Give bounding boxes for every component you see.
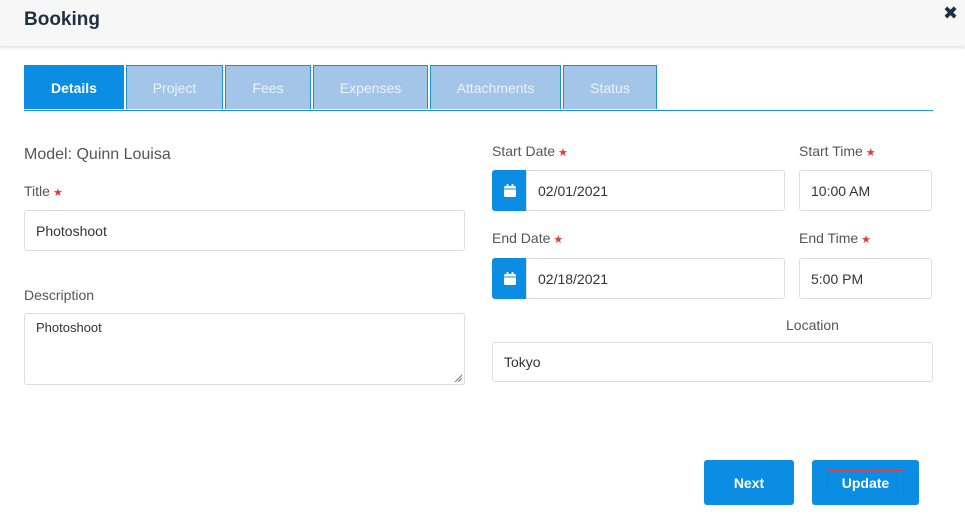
- start-date-label-text: Start Date: [492, 143, 556, 159]
- end-date-calendar-button[interactable]: [492, 258, 527, 299]
- dialog-header: Booking ✖: [0, 0, 965, 46]
- tab-fees[interactable]: Fees: [225, 65, 311, 109]
- required-marker: ★: [558, 147, 568, 159]
- required-marker: ★: [865, 147, 876, 159]
- tab-details[interactable]: Details: [24, 65, 124, 109]
- location-input[interactable]: Tokyo: [492, 342, 933, 382]
- end-date-label: End Date ★: [492, 230, 563, 246]
- dialog-title: Booking: [24, 9, 100, 30]
- required-marker: ★: [861, 234, 872, 246]
- start-date-label: Start Date ★: [492, 143, 568, 159]
- tab-expenses[interactable]: Expenses: [313, 65, 428, 109]
- tab-attachments[interactable]: Attachments: [430, 65, 561, 109]
- end-date-label-text: End Date: [492, 230, 551, 246]
- end-time-label-text: End Time: [799, 230, 859, 246]
- description-value: Photoshoot: [36, 320, 102, 335]
- title-input-value: Photoshoot: [36, 222, 107, 239]
- required-marker: ★: [553, 234, 564, 246]
- update-button-label: Update: [826, 469, 905, 496]
- end-time-input[interactable]: 5:00 PM: [799, 258, 932, 299]
- start-time-label-text: Start Time: [799, 143, 863, 159]
- end-time-value: 5:00 PM: [811, 270, 864, 287]
- update-button[interactable]: Update: [812, 460, 919, 505]
- calendar-icon: [503, 184, 516, 197]
- location-label: Location: [786, 317, 839, 333]
- resize-handle-icon[interactable]: [454, 374, 462, 382]
- title-input[interactable]: Photoshoot: [24, 210, 465, 251]
- tab-status[interactable]: Status: [563, 65, 657, 109]
- end-date-input[interactable]: 02/18/2021: [526, 258, 785, 299]
- end-time-label: End Time ★: [799, 230, 871, 246]
- next-button-label: Next: [733, 474, 765, 491]
- start-time-input[interactable]: 10:00 AM: [799, 170, 932, 211]
- description-label: Description: [24, 287, 95, 303]
- start-time-label: Start Time ★: [799, 143, 876, 159]
- start-date-calendar-button[interactable]: [492, 170, 527, 211]
- start-date-input[interactable]: 02/01/2021: [526, 170, 785, 211]
- start-date-value: 02/01/2021: [538, 182, 609, 199]
- description-textarea[interactable]: Photoshoot: [24, 313, 465, 385]
- end-date-value: 02/18/2021: [538, 270, 609, 287]
- location-value: Tokyo: [504, 354, 541, 370]
- tab-project[interactable]: Project: [126, 65, 223, 109]
- model-name: Model: Quinn Louisa: [24, 146, 171, 163]
- calendar-icon: [503, 272, 516, 285]
- start-time-value: 10:00 AM: [811, 182, 871, 199]
- title-label-text: Title: [24, 183, 50, 199]
- next-button[interactable]: Next: [704, 460, 794, 505]
- tab-bar: Details Project Fees Expenses Attachment…: [24, 65, 933, 111]
- close-icon[interactable]: ✖: [943, 3, 958, 24]
- title-label: Title ★: [24, 183, 63, 199]
- required-marker: ★: [52, 187, 63, 199]
